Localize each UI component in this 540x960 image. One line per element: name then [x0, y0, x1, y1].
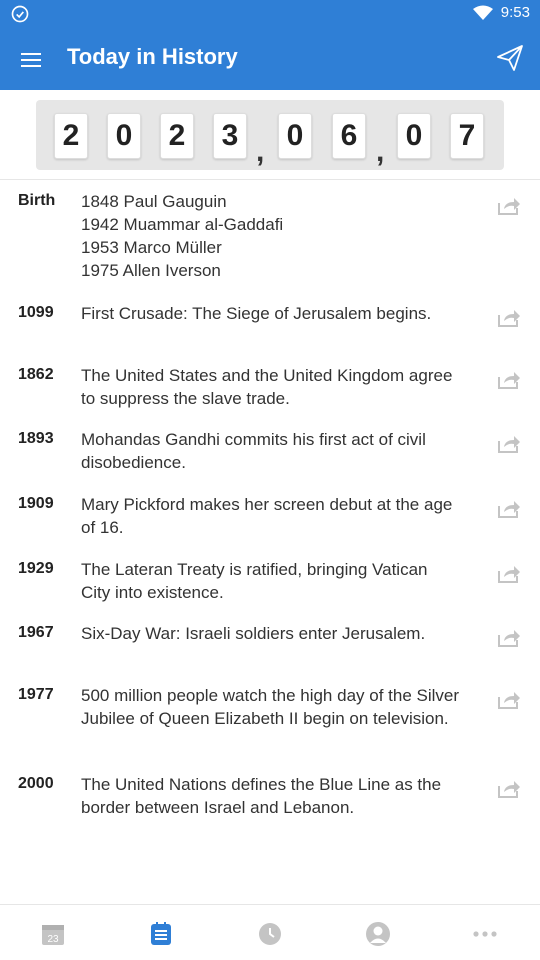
event-text: The Lateran Treaty is ratified, bringing… [81, 560, 428, 602]
calendar-date-label: 23 [47, 934, 59, 945]
date-digit: 7 [450, 113, 484, 159]
date-digit: 0 [278, 113, 312, 159]
date-panel: 2 0 2 3 , 0 6 , 0 7 [0, 90, 540, 180]
menu-icon[interactable] [19, 48, 43, 72]
status-bar: 9:53 [0, 0, 540, 28]
event-text: The United States and the United Kingdom… [81, 366, 453, 408]
app-bar: Today in History [0, 28, 540, 90]
share-icon[interactable] [497, 777, 521, 799]
date-digit: 2 [160, 113, 194, 159]
event-row: 1977 500 million people watch the high da… [0, 676, 540, 765]
date-separator: , [376, 135, 385, 168]
event-text: Six-Day War: Israeli soldiers enter Jeru… [81, 624, 426, 643]
event-row: 1862 The United States and the United Kin… [0, 356, 540, 420]
event-text: 1848 Paul Gauguin 1942 Muammar al-Gaddaf… [81, 192, 284, 280]
event-row: 1909 Mary Pickford makes her screen debut… [0, 485, 540, 550]
status-right: 9:53 [472, 4, 530, 21]
event-text: The United Nations defines the Blue Line… [81, 775, 442, 817]
event-year: 1909 [18, 495, 54, 512]
share-icon[interactable] [497, 306, 521, 328]
share-icon[interactable] [497, 626, 521, 648]
share-icon[interactable] [497, 368, 521, 390]
event-row: 2000 The United Nations defines the Blue … [0, 765, 540, 829]
share-icon[interactable] [497, 497, 521, 519]
send-icon[interactable] [496, 44, 524, 72]
date-digit: 0 [107, 113, 141, 159]
event-year: 1862 [18, 366, 54, 383]
event-year: 2000 [18, 775, 54, 792]
page-title: Today in History [67, 44, 238, 69]
share-icon[interactable] [497, 688, 521, 710]
share-icon[interactable] [497, 432, 521, 454]
bottom-navigation: 23 [0, 904, 540, 960]
clock-icon[interactable] [257, 921, 283, 947]
more-icon[interactable] [472, 921, 498, 947]
event-row: 1967 Six-Day War: Israeli soldiers enter … [0, 614, 540, 676]
date-digit: 6 [332, 113, 366, 159]
date-separator: , [256, 135, 265, 168]
event-year: 1977 [18, 686, 54, 703]
event-year: 1099 [18, 304, 54, 321]
event-year: 1893 [18, 430, 54, 447]
event-row: 1099 First Crusade: The Siege of Jerusale… [0, 294, 540, 356]
date-digit: 0 [397, 113, 431, 159]
status-time: 9:53 [500, 4, 530, 21]
event-year: Birth [18, 192, 56, 209]
share-icon[interactable] [497, 194, 521, 216]
calendar-date-icon[interactable]: 23 [40, 921, 66, 947]
event-text: 500 million people watch the high day of… [81, 686, 460, 728]
check-circle-icon [11, 5, 29, 23]
event-row: 1893 Mohandas Gandhi commits his first ac… [0, 420, 540, 485]
event-year: 1967 [18, 624, 54, 641]
event-year: 1929 [18, 560, 54, 577]
event-text: Mary Pickford makes her screen debut at … [81, 495, 453, 537]
list-icon[interactable] [148, 921, 174, 947]
event-row: Birth 1848 Paul Gauguin 1942 Muammar al-G… [0, 182, 540, 294]
event-text: Mohandas Gandhi commits his first act of… [81, 430, 426, 472]
wifi-icon [472, 5, 493, 20]
profile-icon[interactable] [365, 921, 391, 947]
date-digit: 2 [54, 113, 88, 159]
date-digit: 3 [213, 113, 247, 159]
share-icon[interactable] [497, 562, 521, 584]
date-display[interactable]: 2 0 2 3 , 0 6 , 0 7 [36, 100, 504, 170]
event-list: Birth 1848 Paul Gauguin 1942 Muammar al-G… [0, 182, 540, 829]
event-text: First Crusade: The Siege of Jerusalem be… [81, 304, 432, 323]
event-row: 1929 The Lateran Treaty is ratified, brin… [0, 550, 540, 614]
